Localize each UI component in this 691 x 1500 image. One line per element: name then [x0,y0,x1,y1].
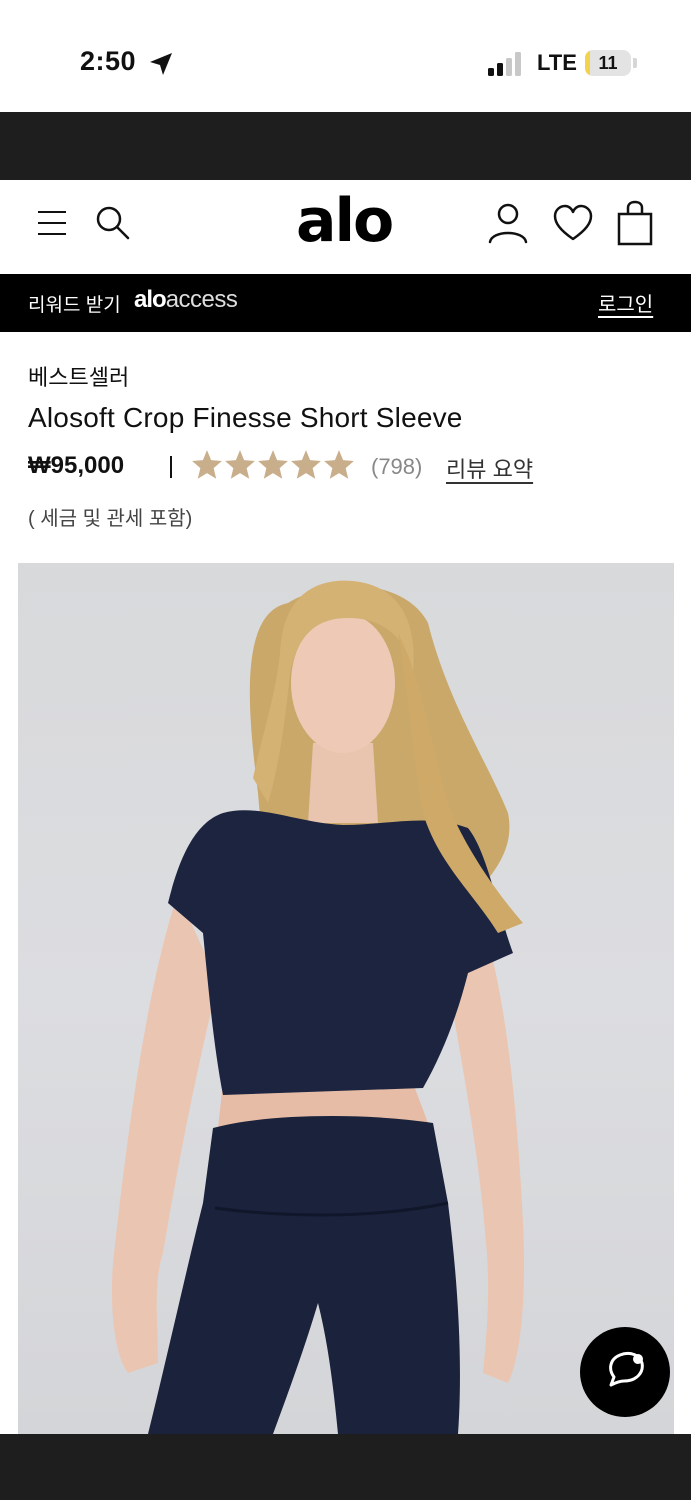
battery-level: 11 [598,53,618,73]
rewards-text: 리워드 받기 [28,295,121,316]
review-summary-link[interactable]: 리뷰 요약 [446,452,533,484]
battery-cap [633,58,637,68]
price-divider [170,456,172,478]
alo-access-logo: aloaccess [134,286,238,314]
bestseller-badge: 베스트셀러 [28,365,130,390]
product-image[interactable] [18,563,674,1434]
search-icon [96,206,130,240]
alo-access-logo-part2: access [165,286,238,313]
network-type: LTE [537,50,577,75]
status-time: 2:50 [80,46,137,76]
account-icon [488,203,528,244]
menu-button[interactable] [36,208,70,238]
product-title: Alosoft Crop Finesse Short Sleeve [28,402,463,433]
star-icon [291,450,321,479]
star-icon [192,450,222,479]
search-button[interactable] [94,204,132,242]
login-link[interactable]: 로그인 [598,288,653,317]
shopping-bag-icon [617,200,653,246]
product-price: ₩95,000 [28,452,125,479]
star-icon [324,450,354,479]
review-count[interactable]: (798) [371,454,422,480]
star-icon [258,450,288,479]
menu-icon [38,211,66,235]
heart-icon [553,204,593,241]
account-button[interactable] [486,202,530,244]
bottom-browser-bar [0,1434,691,1500]
browser-chrome-strip [0,112,691,180]
star-rating[interactable] [190,448,355,482]
rewards-promo-bar: 리워드 받기 aloaccess 로그인 [0,274,691,332]
site-header: alo [0,180,691,274]
wishlist-button[interactable] [552,204,594,242]
alo-access-logo-part1: alo [134,286,167,313]
chat-button[interactable] [580,1327,670,1417]
alo-logo[interactable]: alo [296,186,394,256]
model-illustration [111,580,525,1434]
signal-bars-icon [488,52,521,76]
shopping-bag-button[interactable] [614,200,656,246]
chat-bubble-icon [609,1351,644,1387]
battery-icon: 11 [585,50,631,76]
tax-note: ( 세금 및 관세 포함) [28,508,193,530]
star-icon [225,450,255,479]
location-arrow-icon [150,53,172,75]
status-bar: 2:50 LTE 11 [0,0,691,112]
